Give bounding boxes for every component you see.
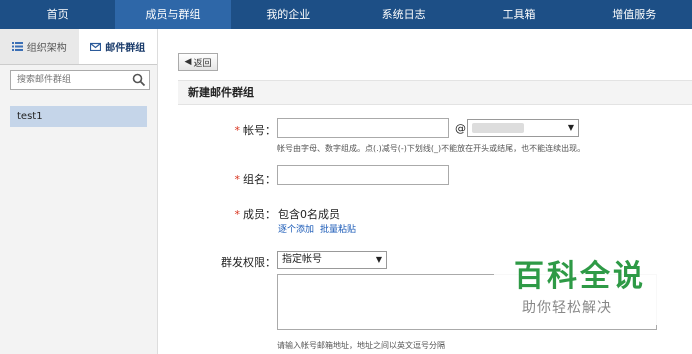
domain-value-blurred (472, 123, 524, 133)
nav-item-system-log[interactable]: 系统日志 (346, 0, 461, 29)
top-nav: 首页 成员与群组 我的企业 系统日志 工具箱 增值服务 (0, 0, 692, 29)
sidebar: 组织架构 邮件群组 test1 (0, 29, 158, 354)
dropdown-arrow-icon: ▼ (567, 123, 574, 132)
members-count: 包含0名成员 (278, 208, 340, 221)
tab-org-structure[interactable]: 组织架构 (0, 29, 79, 64)
tab-org-structure-label: 组织架构 (26, 43, 67, 54)
at-sign: @ (455, 122, 466, 135)
sidebar-tabs: 组织架构 邮件群组 (0, 29, 157, 65)
nav-item-members-groups[interactable]: 成员与群组 (115, 0, 231, 29)
account-input[interactable] (277, 118, 449, 138)
permission-selected: 指定帐号 (282, 254, 322, 265)
nav-item-my-enterprise[interactable]: 我的企业 (231, 0, 346, 29)
group-list-item[interactable]: test1 (10, 106, 147, 127)
permission-label: 群发权限： (221, 256, 276, 269)
account-label-wrap: * 帐号： (220, 122, 277, 138)
permission-hint: 请输入帐号邮箱地址，地址之间以英文逗号分隔 (277, 341, 445, 350)
nav-item-home[interactable]: 首页 (0, 0, 115, 29)
batch-paste-link[interactable]: 批量粘贴 (320, 222, 356, 235)
watermark-title: 百科全说 (514, 259, 646, 294)
required-mark: * (234, 208, 241, 221)
members-label: 成员： (243, 208, 276, 221)
account-label: 帐号： (243, 124, 276, 137)
account-hint: 帐号由字母、数字组成。点(.)减号(-)下划线(_)不能放在开头或结尾，也不能连… (277, 144, 586, 153)
page-title: 新建邮件群组 (178, 80, 692, 105)
list-icon (11, 42, 23, 51)
watermark-subtitle: 助你轻松解决 (522, 300, 612, 316)
dropdown-arrow-icon: ▼ (375, 255, 382, 264)
required-mark: * (234, 173, 241, 186)
search-icon[interactable] (132, 73, 146, 87)
members-label-wrap: * 成员： (220, 206, 277, 222)
back-button[interactable]: ◀ 返回 (178, 53, 218, 71)
domain-select[interactable]: ▼ (467, 119, 579, 137)
watermark: 百科全说 助你轻松解决 (494, 243, 666, 325)
tab-mail-groups-label: 邮件群组 (105, 43, 146, 54)
mail-group-icon (90, 42, 102, 51)
group-search-box (10, 70, 150, 90)
back-arrow-icon: ◀ (184, 57, 192, 67)
group-name-label-wrap: * 组名： (220, 171, 277, 187)
nav-item-toolbox[interactable]: 工具箱 (461, 0, 576, 29)
add-one-by-one-link[interactable]: 逐个添加 (278, 222, 314, 235)
group-name-input[interactable] (277, 165, 449, 185)
required-mark: * (234, 124, 241, 137)
group-search-input[interactable] (11, 71, 126, 89)
tab-mail-groups[interactable]: 邮件群组 (78, 29, 157, 64)
back-button-label: 返回 (193, 58, 212, 69)
permission-select[interactable]: 指定帐号 ▼ (277, 251, 387, 269)
group-name-label: 组名： (243, 173, 276, 186)
nav-item-value-added[interactable]: 增值服务 (577, 0, 692, 29)
